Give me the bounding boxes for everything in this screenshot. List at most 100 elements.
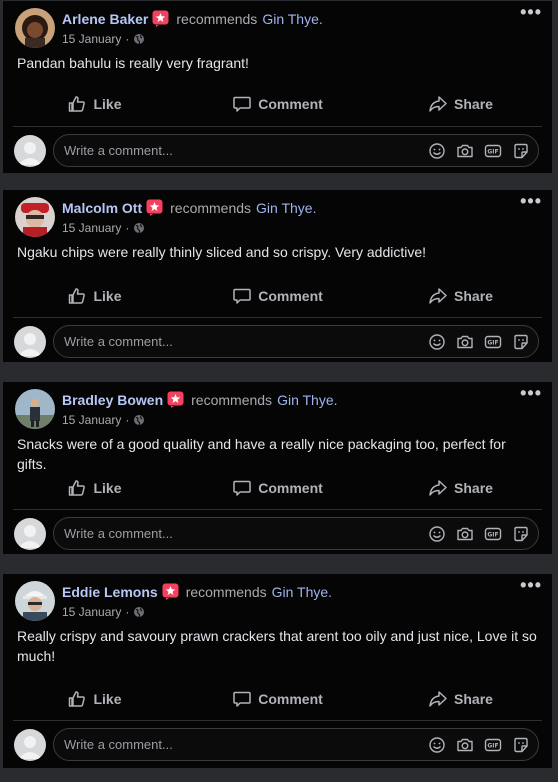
post-date[interactable]: 15 January: [62, 413, 121, 427]
post-text: Pandan bahulu is really very fragrant!: [17, 55, 249, 71]
svg-text:GIF: GIF: [487, 532, 498, 539]
more-icon[interactable]: •••: [520, 192, 542, 210]
svg-text:GIF: GIF: [487, 743, 498, 750]
post-header: Eddie Lemons recommends Gin Thye. 15 Jan…: [3, 574, 552, 626]
comment-button[interactable]: Comment: [186, 277, 369, 315]
camera-icon[interactable]: [456, 525, 474, 543]
avatar: [14, 326, 46, 358]
emoji-icon[interactable]: [428, 525, 446, 543]
camera-icon[interactable]: [456, 142, 474, 160]
author-name[interactable]: Arlene Baker: [62, 11, 148, 27]
recommends-text: recommends: [176, 10, 258, 27]
comment-button[interactable]: Comment: [186, 469, 369, 507]
divider: [13, 509, 542, 510]
meta-separator: ·: [125, 413, 130, 427]
globe-icon: [133, 222, 145, 234]
gif-icon[interactable]: GIF: [484, 736, 502, 754]
post-date[interactable]: 15 January: [62, 605, 121, 619]
page-link[interactable]: Gin Thye.: [272, 584, 332, 600]
comment-button[interactable]: Comment: [186, 680, 369, 718]
emoji-icon[interactable]: [428, 142, 446, 160]
like-button[interactable]: Like: [3, 469, 186, 507]
comment-row: GIF: [3, 514, 552, 554]
comment-box: GIF: [53, 325, 539, 358]
sticker-icon[interactable]: [512, 142, 530, 160]
comment-label: Comment: [258, 691, 323, 707]
author-name[interactable]: Bradley Bowen: [62, 392, 163, 408]
comment-input[interactable]: [54, 729, 414, 760]
emoji-icon[interactable]: [428, 736, 446, 754]
gif-icon[interactable]: GIF: [484, 525, 502, 543]
more-icon[interactable]: •••: [520, 384, 542, 402]
more-icon[interactable]: •••: [520, 576, 542, 594]
share-label: Share: [454, 288, 493, 304]
meta-separator: ·: [125, 32, 130, 46]
recommend-badge-icon: [152, 10, 169, 27]
sticker-icon[interactable]: [512, 525, 530, 543]
globe-icon: [133, 33, 145, 45]
share-label: Share: [454, 480, 493, 496]
avatar[interactable]: [15, 581, 55, 621]
recommend-badge-icon: [146, 199, 163, 216]
comment-box: GIF: [53, 134, 539, 167]
svg-text:GIF: GIF: [487, 149, 498, 156]
comment-label: Comment: [258, 480, 323, 496]
sticker-icon[interactable]: [512, 333, 530, 351]
post-text: Really crispy and savoury prawn crackers…: [17, 628, 537, 664]
share-icon: [428, 689, 454, 709]
post-actions: Like Comment Share: [3, 277, 552, 315]
recommend-badge-icon: [162, 583, 179, 600]
avatar[interactable]: [15, 389, 55, 429]
share-icon: [428, 94, 454, 114]
page-link[interactable]: Gin Thye.: [277, 392, 337, 408]
author-name[interactable]: Eddie Lemons: [62, 584, 158, 600]
post-date[interactable]: 15 January: [62, 32, 121, 46]
globe-icon: [133, 414, 145, 426]
like-button[interactable]: Like: [3, 85, 186, 123]
divider: [13, 317, 542, 318]
divider: [13, 126, 542, 127]
gif-icon[interactable]: GIF: [484, 333, 502, 351]
comment-input[interactable]: [54, 326, 414, 357]
author-name[interactable]: Malcolm Ott: [62, 200, 142, 216]
share-button[interactable]: Share: [369, 277, 552, 315]
page-link[interactable]: Gin Thye.: [262, 11, 322, 27]
camera-icon[interactable]: [456, 736, 474, 754]
comment-input[interactable]: [54, 135, 414, 166]
avatar: [14, 518, 46, 550]
like-label: Like: [93, 691, 122, 707]
avatar[interactable]: [15, 197, 55, 237]
comment-button[interactable]: Comment: [186, 85, 369, 123]
page-link[interactable]: Gin Thye.: [256, 200, 316, 216]
post-header: Malcolm Ott recommends Gin Thye. 15 Janu…: [3, 190, 552, 242]
share-button[interactable]: Share: [369, 469, 552, 507]
comment-icon: [232, 689, 258, 709]
post-card: Eddie Lemons recommends Gin Thye. 15 Jan…: [3, 574, 552, 768]
comment-icon: [232, 478, 258, 498]
emoji-icon[interactable]: [428, 333, 446, 351]
comment-row: GIF: [3, 725, 552, 765]
like-icon: [67, 689, 93, 709]
like-button[interactable]: Like: [3, 277, 186, 315]
comment-row: GIF: [3, 322, 552, 362]
like-button[interactable]: Like: [3, 680, 186, 718]
share-button[interactable]: Share: [369, 680, 552, 718]
like-label: Like: [93, 288, 122, 304]
avatar: [14, 729, 46, 761]
camera-icon[interactable]: [456, 333, 474, 351]
comment-icon: [232, 94, 258, 114]
gif-icon[interactable]: GIF: [484, 142, 502, 160]
share-button[interactable]: Share: [369, 85, 552, 123]
sticker-icon[interactable]: [512, 736, 530, 754]
like-icon: [67, 94, 93, 114]
recommends-text: recommends: [191, 391, 273, 408]
avatar[interactable]: [15, 8, 55, 48]
more-icon[interactable]: •••: [520, 3, 542, 21]
post-text: Ngaku chips were really thinly sliced an…: [17, 244, 427, 260]
feed: Arlene Baker recommends Gin Thye. 15 Jan…: [0, 0, 558, 782]
avatar: [14, 135, 46, 167]
like-icon: [67, 478, 93, 498]
post-date[interactable]: 15 January: [62, 221, 121, 235]
comment-input[interactable]: [54, 518, 414, 549]
post-actions: Like Comment Share: [3, 680, 552, 718]
